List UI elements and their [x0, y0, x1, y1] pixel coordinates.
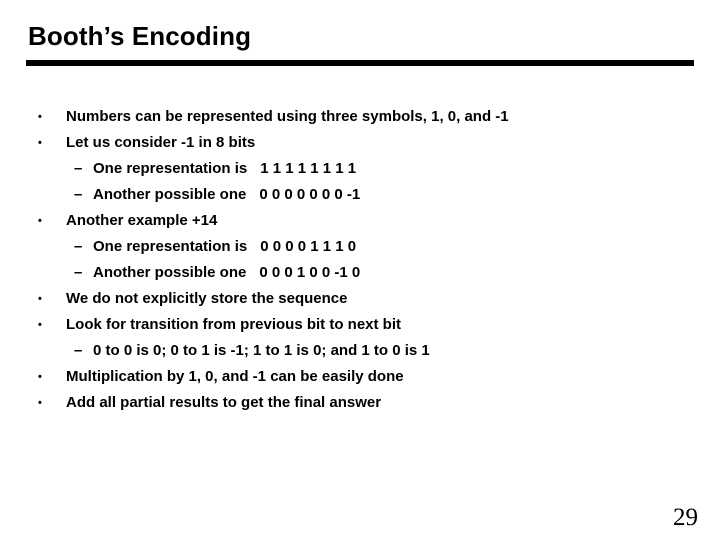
bullet-text: Numbers can be represented using three s… [66, 108, 509, 125]
bullet-text: 0 to 0 is 0; 0 to 1 is -1; 1 to 1 is 0; … [93, 342, 430, 359]
bullet-item: • Numbers can be represented using three … [0, 104, 720, 130]
bullet-item: • We do not explicitly store the sequence [0, 286, 720, 312]
bullet-item: – Another possible one 0 0 0 1 0 0 -1 0 [0, 260, 720, 286]
bit-sequence-value: 1 1 1 1 1 1 1 1 [260, 160, 357, 177]
bullet-marker-icon: • [38, 371, 42, 383]
bullet-label: Another possible one [93, 186, 247, 203]
title-underline-rule [26, 60, 694, 66]
dash-marker-icon: – [74, 342, 83, 359]
bullet-text: Multiplication by 1, 0, and -1 can be ea… [66, 368, 404, 385]
bullet-marker-icon: • [38, 293, 42, 305]
bullet-list: • Numbers can be represented using three … [0, 104, 720, 416]
bullet-label: One representation is [93, 160, 248, 177]
dash-marker-icon: – [74, 186, 83, 203]
bullet-item: • Multiplication by 1, 0, and -1 can be e… [0, 364, 720, 390]
bullet-item: – One representation is 0 0 0 0 1 1 1 0 [0, 234, 720, 260]
page-title: Booth’s Encoding [28, 21, 252, 51]
bullet-item: • Add all partial results to get the fina… [0, 390, 720, 416]
bullet-text: Look for transition from previous bit to… [66, 316, 402, 333]
bullet-item: –0 to 0 is 0; 0 to 1 is -1; 1 to 1 is 0;… [0, 338, 720, 364]
bullet-item: – Another possible one 0 0 0 0 0 0 0 -1 [0, 182, 720, 208]
bullet-item: • Another example +14 [0, 208, 720, 234]
bullet-text: Let us consider -1 in 8 bits [66, 134, 256, 151]
slide: Booth’s Encoding • Numbers can be represe… [0, 0, 720, 540]
bullet-text: Another example +14 [66, 212, 218, 229]
bullet-label: Another possible one [93, 264, 247, 281]
bit-sequence-value: 0 0 0 1 0 0 -1 0 [259, 264, 361, 281]
bullet-text: We do not explicitly store the sequence [66, 290, 348, 307]
bit-sequence-value: 0 0 0 0 0 0 0 -1 [259, 186, 361, 203]
bullet-marker-icon: • [38, 397, 42, 409]
bullet-text: Add all partial results to get the final… [66, 394, 382, 411]
bit-sequence-value: 0 0 0 0 1 1 1 0 [260, 238, 357, 255]
dash-marker-icon: – [74, 160, 83, 177]
page-number: 29 [673, 504, 698, 531]
bullet-item: • Let us consider -1 in 8 bits [0, 130, 720, 156]
bullet-item: – One representation is 1 1 1 1 1 1 1 1 [0, 156, 720, 182]
bullet-marker-icon: • [38, 137, 42, 149]
bullet-marker-icon: • [38, 111, 42, 123]
bullet-marker-icon: • [38, 319, 42, 331]
bullet-item: • Look for transition from previous bit t… [0, 312, 720, 338]
bullet-label: One representation is [93, 238, 248, 255]
dash-marker-icon: – [74, 238, 83, 255]
dash-marker-icon: – [74, 264, 83, 281]
bullet-marker-icon: • [38, 215, 42, 227]
